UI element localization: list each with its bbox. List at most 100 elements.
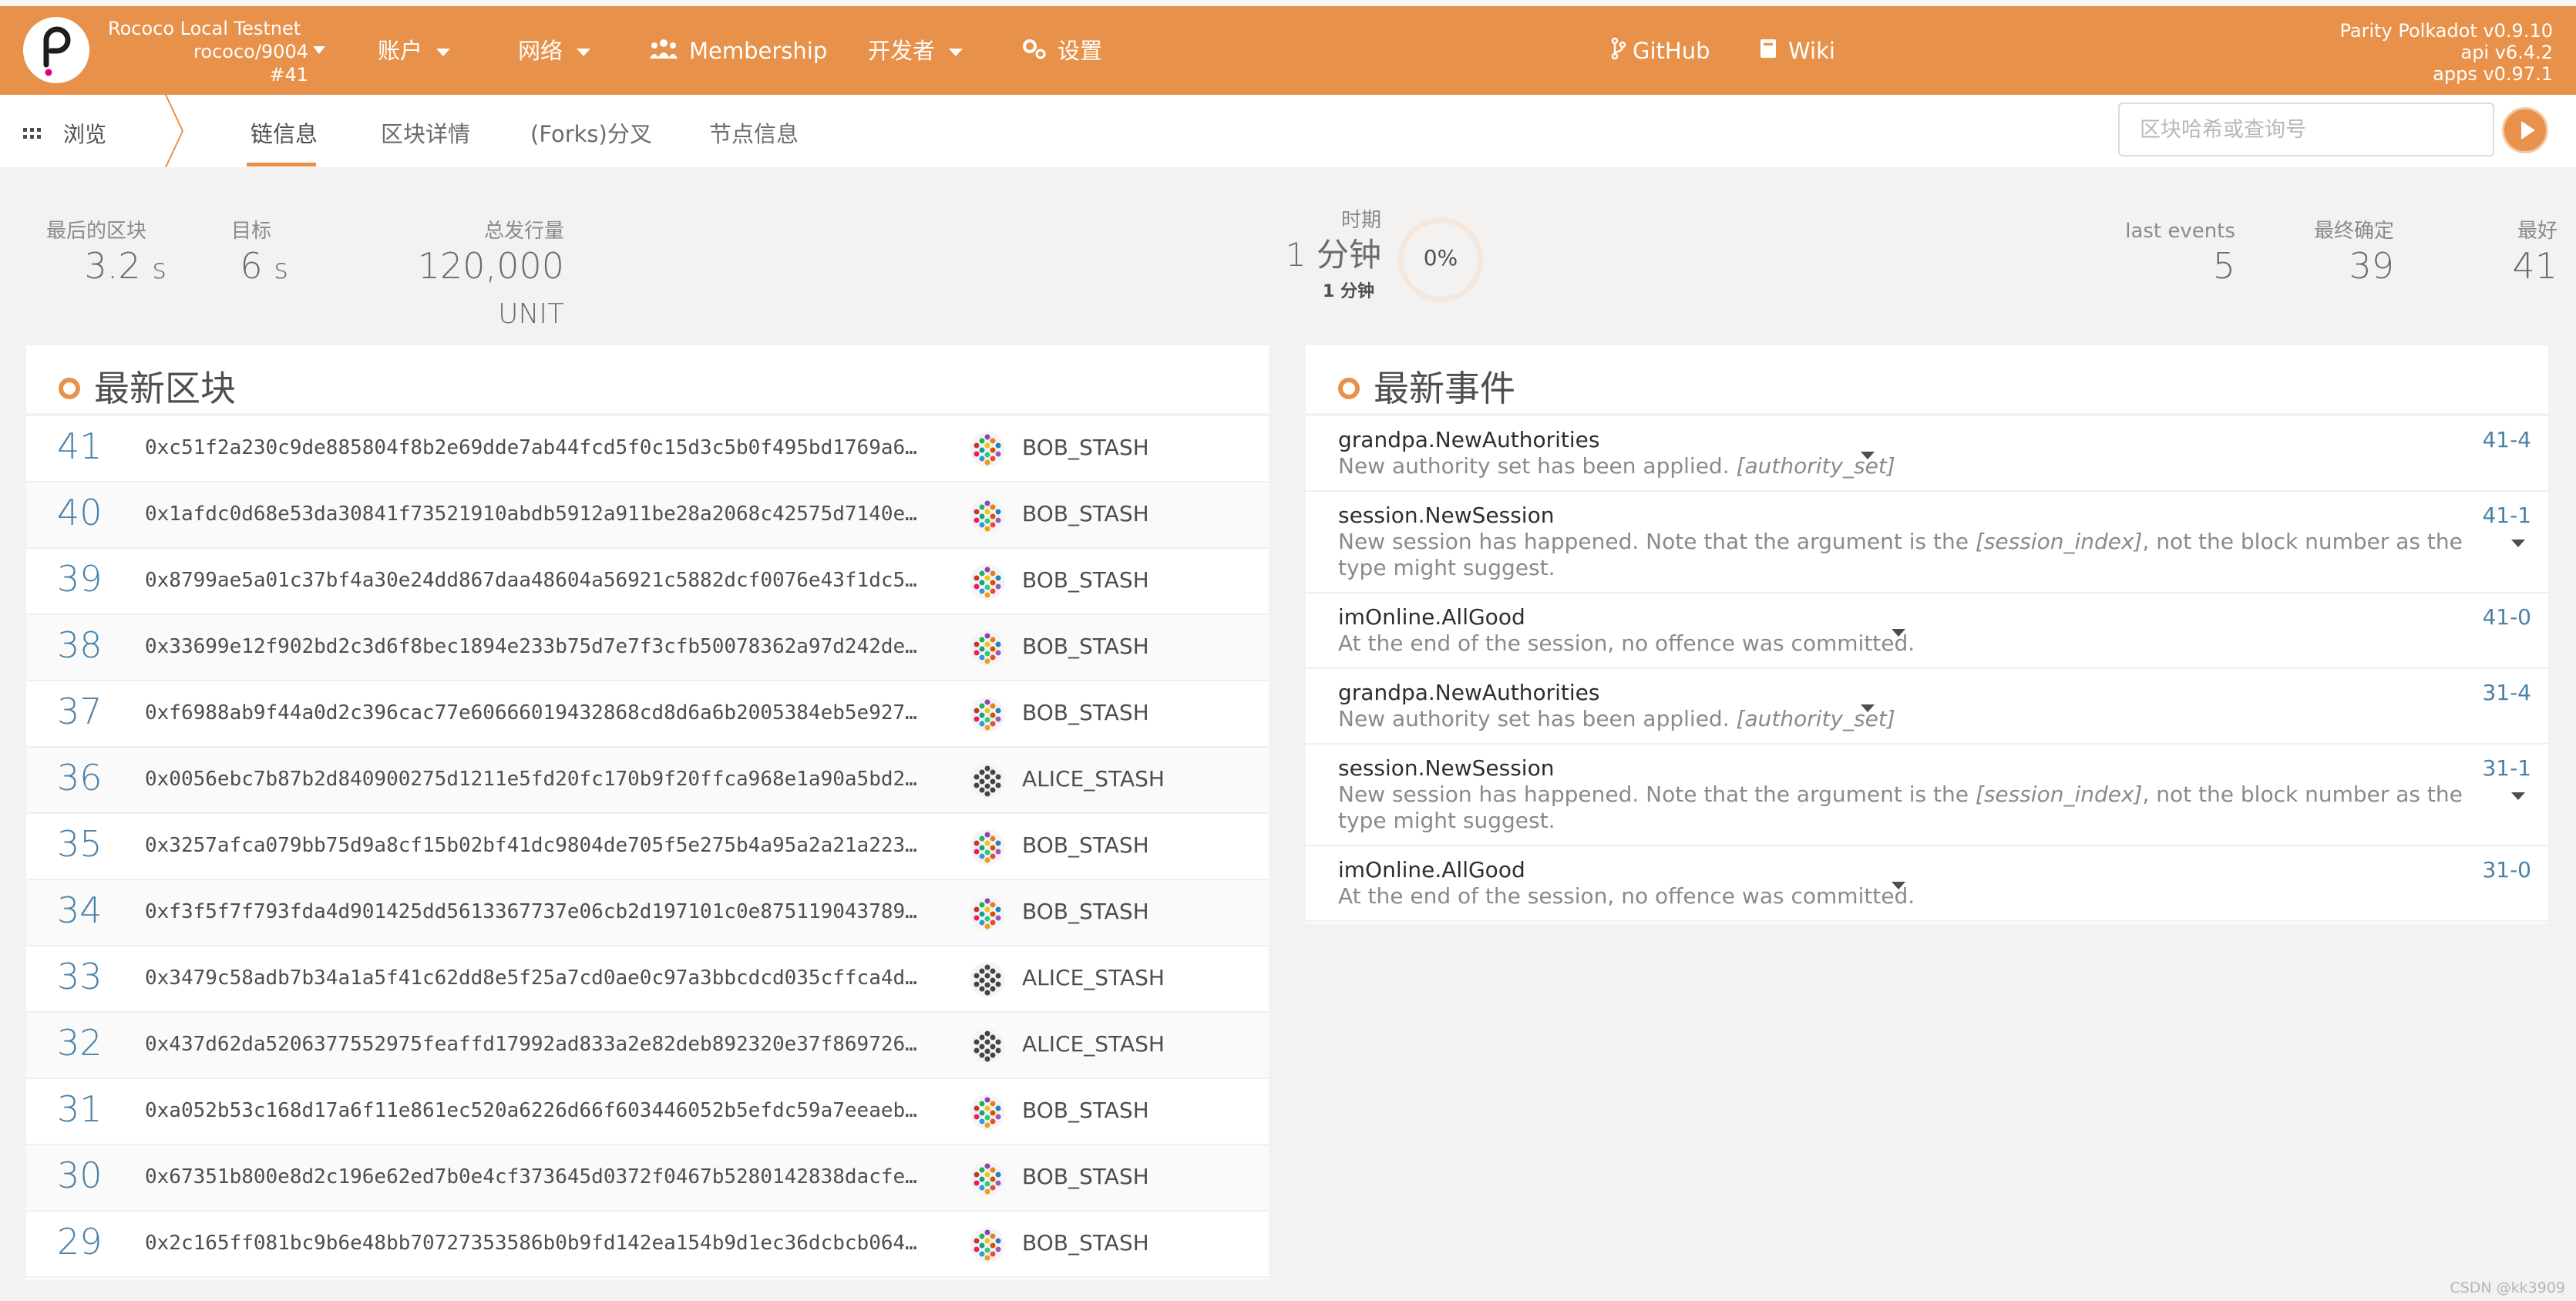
nav-accounts[interactable]: 账户 xyxy=(378,34,451,68)
block-hash[interactable]: 0x8799ae5a01c37bf4a30e24dd867daa48604a56… xyxy=(145,569,917,592)
block-author[interactable]: BOB_STASH xyxy=(1022,832,1149,858)
table-row[interactable]: 31 0xa052b53c168d17a6f11e861ec520a6226d66… xyxy=(26,1079,1269,1145)
block-number[interactable]: 31 xyxy=(57,1088,103,1130)
play-icon xyxy=(2521,121,2535,140)
block-author[interactable]: BOB_STASH xyxy=(1022,1230,1149,1256)
block-author[interactable]: ALICE_STASH xyxy=(1022,766,1165,792)
table-row[interactable]: 37 0xf6988ab9f44a0d2c396cac77e60666019432… xyxy=(26,681,1269,748)
chevron-down-icon xyxy=(949,49,963,56)
table-row[interactable]: 38 0x33699e12f902bd2c3d6f8bec1894e233b75d… xyxy=(26,615,1269,681)
event-id-link[interactable]: 31-1 xyxy=(2482,755,2531,781)
nav-wiki[interactable]: Wiki xyxy=(1759,34,1835,68)
tab-chain-info[interactable]: 链信息 xyxy=(251,116,318,149)
event-id-link[interactable]: 41-1 xyxy=(2482,503,2531,528)
stat-last-block-value: 3.2 xyxy=(84,245,141,287)
chevron-down-icon[interactable] xyxy=(1861,452,1875,459)
block-author[interactable]: ALICE_STASH xyxy=(1022,965,1165,990)
tab-block-details[interactable]: 区块详情 xyxy=(381,116,470,149)
block-number[interactable]: 34 xyxy=(57,889,103,931)
block-hash[interactable]: 0x1afdc0d68e53da30841f73521910abdb5912a9… xyxy=(145,503,917,526)
event-name: session.NewSession xyxy=(1338,503,1555,528)
block-hash[interactable]: 0x2c165ff081bc9b6e48bb70727353586b0b9fd1… xyxy=(145,1232,917,1255)
block-author[interactable]: BOB_STASH xyxy=(1022,567,1149,593)
event-row[interactable]: imOnline.AllGood At the end of the sessio… xyxy=(1306,593,2548,669)
block-number[interactable]: 32 xyxy=(57,1022,103,1064)
block-author[interactable]: BOB_STASH xyxy=(1022,501,1149,526)
table-row[interactable]: 33 0x3479c58adb7b34a1a5f41c62dd8e5f25a7cd… xyxy=(26,946,1269,1013)
identicon-icon xyxy=(970,1161,1005,1196)
tab-node-info[interactable]: 节点信息 xyxy=(709,116,799,149)
block-hash[interactable]: 0x67351b800e8d2c196e62ed7b0e4cf373645d03… xyxy=(145,1165,917,1188)
chevron-down-icon[interactable] xyxy=(1892,629,1905,637)
chevron-down-icon xyxy=(436,49,451,56)
nav-developer[interactable]: 开发者 xyxy=(868,34,963,68)
block-number[interactable]: 36 xyxy=(57,757,103,798)
active-tab-indicator xyxy=(247,163,316,166)
block-author[interactable]: BOB_STASH xyxy=(1022,700,1149,725)
nav-membership-label: Membership xyxy=(689,38,828,64)
table-row[interactable]: 40 0x1afdc0d68e53da30841f73521910abdb5912… xyxy=(26,482,1269,549)
table-row[interactable]: 36 0x0056ebc7b87b2d840900275d1211e5fd20fc… xyxy=(26,748,1269,814)
event-id-link[interactable]: 41-0 xyxy=(2482,604,2531,630)
block-search-input[interactable] xyxy=(2118,103,2494,156)
nav-settings[interactable]: 设置 xyxy=(1021,34,1102,68)
table-row[interactable]: 30 0x67351b800e8d2c196e62ed7b0e4cf373645d… xyxy=(26,1145,1269,1212)
event-id-link[interactable]: 31-4 xyxy=(2482,680,2531,705)
block-number[interactable]: 40 xyxy=(57,492,103,533)
block-number[interactable]: 29 xyxy=(57,1221,103,1262)
block-number[interactable]: 38 xyxy=(57,624,103,666)
chevron-down-icon[interactable] xyxy=(1861,704,1875,712)
chevron-down-icon[interactable] xyxy=(1892,882,1905,889)
event-row[interactable]: session.NewSession New session has happen… xyxy=(1306,745,2548,846)
event-row[interactable]: grandpa.NewAuthorities New authority set … xyxy=(1306,416,2548,492)
block-number[interactable]: 35 xyxy=(57,823,103,865)
block-author[interactable]: BOB_STASH xyxy=(1022,634,1149,659)
chevron-down-icon[interactable] xyxy=(2511,792,2525,800)
table-row[interactable]: 29 0x2c165ff081bc9b6e48bb70727353586b0b9f… xyxy=(26,1212,1269,1278)
block-hash[interactable]: 0xf6988ab9f44a0d2c396cac77e6066601943286… xyxy=(145,701,917,724)
block-number[interactable]: 41 xyxy=(57,425,103,467)
table-row[interactable]: 32 0x437d62da5206377552975feaffd17992ad83… xyxy=(26,1013,1269,1079)
block-hash[interactable]: 0xf3f5f7f793fda4d901425dd5613367737e06cb… xyxy=(145,900,917,923)
block-author[interactable]: BOB_STASH xyxy=(1022,435,1149,460)
table-row[interactable]: 41 0xc51f2a230c9de885804f8b2e69dde7ab44fc… xyxy=(26,416,1269,482)
nav-github-label: GitHub xyxy=(1633,38,1710,64)
stat-total-issuance-value: 120,000 xyxy=(417,245,564,287)
event-id-link[interactable]: 41-4 xyxy=(2482,427,2531,452)
block-hash[interactable]: 0x33699e12f902bd2c3d6f8bec1894e233b75d7e… xyxy=(145,635,917,658)
block-hash[interactable]: 0x0056ebc7b87b2d840900275d1211e5fd20fc17… xyxy=(145,768,917,791)
chain-name: Rococo Local Testnet xyxy=(108,18,301,39)
event-row[interactable]: grandpa.NewAuthorities New authority set … xyxy=(1306,669,2548,745)
block-author[interactable]: ALICE_STASH xyxy=(1022,1031,1165,1057)
block-number[interactable]: 37 xyxy=(57,691,103,732)
browse-menu[interactable]: 浏览 xyxy=(23,118,106,149)
block-hash[interactable]: 0x3257afca079bb75d9a8cf15b02bf41dc9804de… xyxy=(145,834,917,857)
block-hash[interactable]: 0xc51f2a230c9de885804f8b2e69dde7ab44fcd5… xyxy=(145,436,917,459)
block-author[interactable]: BOB_STASH xyxy=(1022,1098,1149,1123)
event-row[interactable]: imOnline.AllGood At the end of the sessio… xyxy=(1306,846,2548,922)
table-row[interactable]: 34 0xf3f5f7f793fda4d901425dd5613367737e06… xyxy=(26,880,1269,946)
chevron-down-icon[interactable] xyxy=(313,46,325,54)
block-author[interactable]: BOB_STASH xyxy=(1022,899,1149,924)
block-number[interactable]: 30 xyxy=(57,1155,103,1196)
block-number[interactable]: 33 xyxy=(57,956,103,997)
block-hash[interactable]: 0xa052b53c168d17a6f11e861ec520a6226d66f6… xyxy=(145,1099,917,1122)
nav-membership[interactable]: Membership xyxy=(649,34,827,68)
polkadot-logo-icon[interactable] xyxy=(23,17,89,83)
chain-selector[interactable]: Rococo Local Testnet rococo/9004 #41 xyxy=(100,17,308,86)
event-id-link[interactable]: 31-0 xyxy=(2482,857,2531,882)
table-row[interactable]: 39 0x8799ae5a01c37bf4a30e24dd867daa48604a… xyxy=(26,549,1269,615)
table-row[interactable]: 35 0x3257afca079bb75d9a8cf15b02bf41dc9804… xyxy=(26,814,1269,880)
block-hash[interactable]: 0x437d62da5206377552975feaffd17992ad833a… xyxy=(145,1033,917,1056)
chevron-down-icon[interactable] xyxy=(2511,540,2525,547)
nav-network[interactable]: 网络 xyxy=(518,34,591,68)
block-number[interactable]: 39 xyxy=(57,558,103,600)
search-submit-button[interactable] xyxy=(2502,107,2548,153)
identicon-icon xyxy=(970,763,1005,798)
event-row[interactable]: session.NewSession New session has happen… xyxy=(1306,492,2548,593)
block-author[interactable]: BOB_STASH xyxy=(1022,1164,1149,1189)
block-hash[interactable]: 0x3479c58adb7b34a1a5f41c62dd8e5f25a7cd0a… xyxy=(145,967,917,990)
tab-forks[interactable]: (Forks)分叉 xyxy=(530,116,652,149)
nav-github[interactable]: GitHub xyxy=(1611,34,1710,68)
watermark: CSDN @kk3909 xyxy=(2450,1279,2565,1296)
